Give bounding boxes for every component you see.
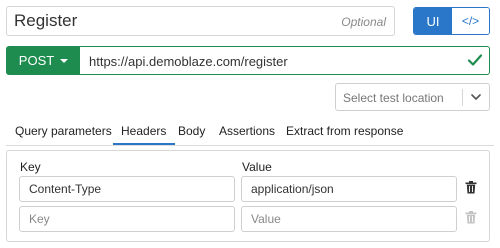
chevron-down-icon[interactable] [471, 92, 481, 102]
caret-down-icon [60, 59, 69, 63]
method-label: POST [18, 53, 55, 68]
request-tabs: Query parameters Headers Body Assertions… [6, 119, 494, 146]
url-bar: POST https://api.demoblaze.com/register [6, 46, 490, 75]
key-column-header: Key [20, 160, 41, 174]
url-input[interactable]: https://api.demoblaze.com/register [89, 54, 288, 69]
tab-query-parameters[interactable]: Query parameters [15, 124, 112, 138]
headers-panel: Key Value Content-Type application/json … [6, 150, 490, 242]
request-name-hint: Optional [341, 15, 386, 29]
method-dropdown[interactable]: POST [7, 47, 80, 74]
tab-headers[interactable]: Headers [121, 124, 166, 138]
header-value-input[interactable]: application/json [241, 176, 457, 202]
test-location-placeholder: Select test location [343, 91, 444, 105]
code-mode-button[interactable]: </> [452, 8, 489, 34]
request-name-field[interactable]: Register Optional [6, 6, 395, 36]
check-icon [467, 54, 483, 66]
tab-extract-from-response[interactable]: Extract from response [286, 124, 403, 138]
mode-toggle: UI </> [413, 7, 490, 35]
select-divider [462, 89, 463, 106]
request-name-value: Register [14, 11, 78, 30]
tab-assertions[interactable]: Assertions [219, 124, 275, 138]
trash-disabled-icon [465, 211, 477, 224]
new-header-value-input[interactable]: Value [241, 206, 457, 232]
header-key-input[interactable]: Content-Type [19, 176, 235, 202]
value-column-header: Value [242, 160, 272, 174]
trash-icon[interactable] [465, 181, 477, 194]
active-tab-indicator [113, 143, 175, 145]
tab-body[interactable]: Body [178, 124, 205, 138]
ui-mode-button[interactable]: UI [414, 8, 452, 34]
test-location-select[interactable]: Select test location [335, 83, 490, 111]
new-header-key-input[interactable]: Key [19, 206, 235, 232]
